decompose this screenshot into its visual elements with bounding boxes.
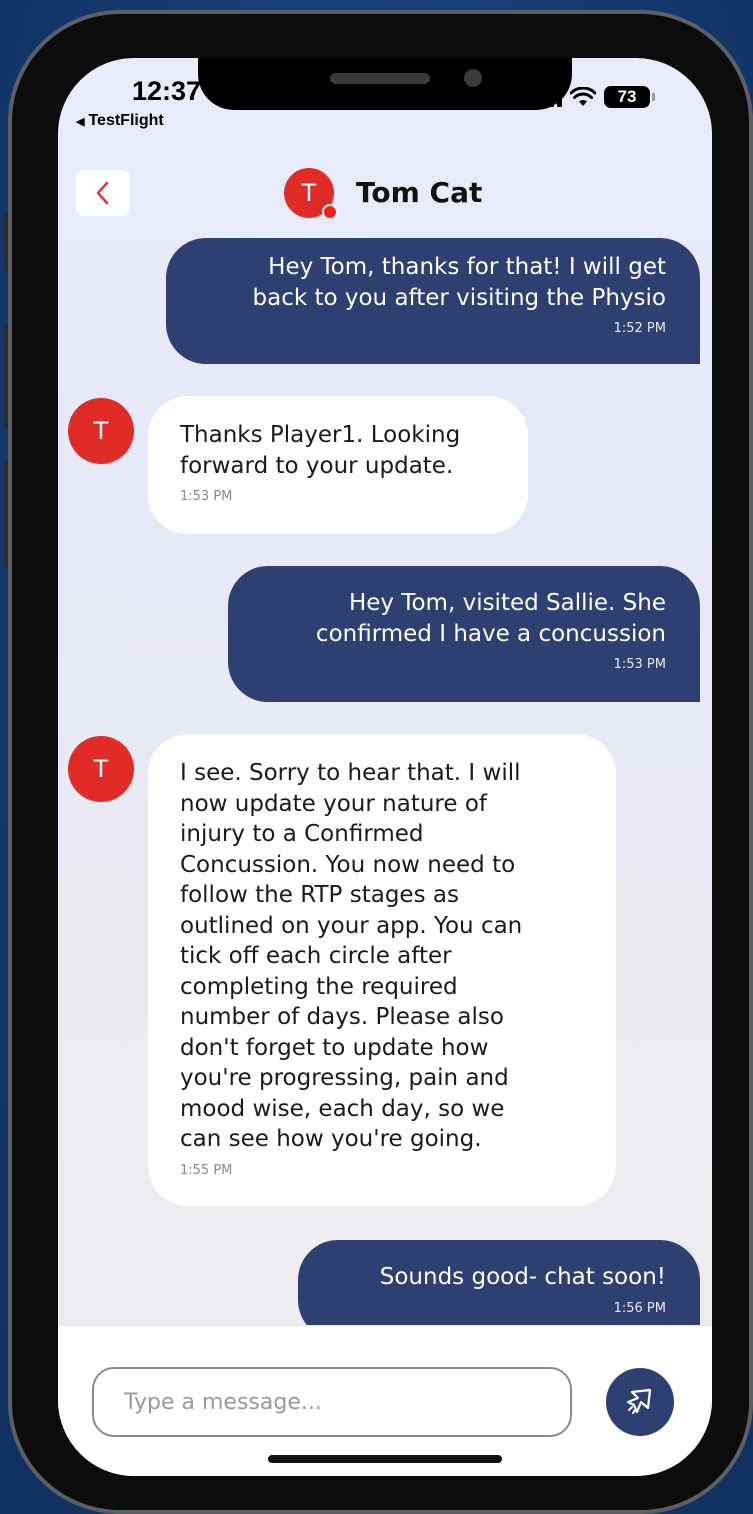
- message-text: Hey Tom, thanks for that! I will get bac…: [252, 254, 667, 311]
- front-camera: [464, 69, 482, 87]
- back-app-label: TestFlight: [88, 112, 164, 129]
- chat-header: T Tom Cat: [58, 148, 712, 238]
- message-outgoing[interactable]: Sounds good- chat soon! 1:56 PM: [298, 1240, 700, 1325]
- message-text: Hey Tom, visited Sallie. She confirmed I…: [315, 590, 666, 647]
- sender-avatar: T: [68, 398, 134, 464]
- message-input[interactable]: [92, 1367, 572, 1437]
- message-text: Thanks Player1. Looking forward to your …: [180, 422, 461, 479]
- wifi-icon: [570, 87, 596, 106]
- send-icon: [626, 1388, 652, 1414]
- back-button[interactable]: [76, 170, 130, 216]
- home-indicator[interactable]: [268, 1455, 502, 1463]
- message-time: 1:56 PM: [613, 1300, 666, 1316]
- message-composer: [58, 1325, 712, 1476]
- message-list[interactable]: Hey Tom, thanks for that! I will get bac…: [58, 238, 712, 1325]
- message-time: 1:52 PM: [613, 321, 666, 336]
- message-outgoing[interactable]: Hey Tom, thanks for that! I will get bac…: [166, 238, 700, 364]
- message-incoming[interactable]: I see. Sorry to hear that. I will now up…: [148, 734, 616, 1206]
- status-time: 12:37: [132, 76, 202, 106]
- battery-indicator: 73: [604, 86, 655, 108]
- sender-avatar: T: [68, 736, 134, 802]
- message-outgoing[interactable]: Hey Tom, visited Sallie. She confirmed I…: [228, 566, 700, 702]
- earpiece-speaker: [330, 73, 430, 84]
- phone-screen: 12:37 ◀ TestFlight 73 T Tom Cat Hey Tom, …: [58, 58, 712, 1476]
- message-text: I see. Sorry to hear that. I will now up…: [180, 760, 523, 1152]
- send-button[interactable]: [606, 1368, 674, 1436]
- back-to-app-link[interactable]: ◀ TestFlight: [76, 112, 164, 130]
- message-time: 1:53 PM: [180, 489, 233, 504]
- back-triangle-icon: ◀: [76, 116, 85, 128]
- contact-name[interactable]: Tom Cat: [356, 176, 482, 209]
- message-text: Sounds good- chat soon!: [379, 1264, 666, 1290]
- chevron-left-icon: [96, 181, 109, 205]
- online-status-dot: [322, 204, 338, 220]
- message-time: 1:55 PM: [180, 1162, 233, 1178]
- message-time: 1:53 PM: [613, 657, 666, 672]
- message-incoming[interactable]: Thanks Player1. Looking forward to your …: [148, 396, 528, 534]
- notch: [198, 58, 572, 110]
